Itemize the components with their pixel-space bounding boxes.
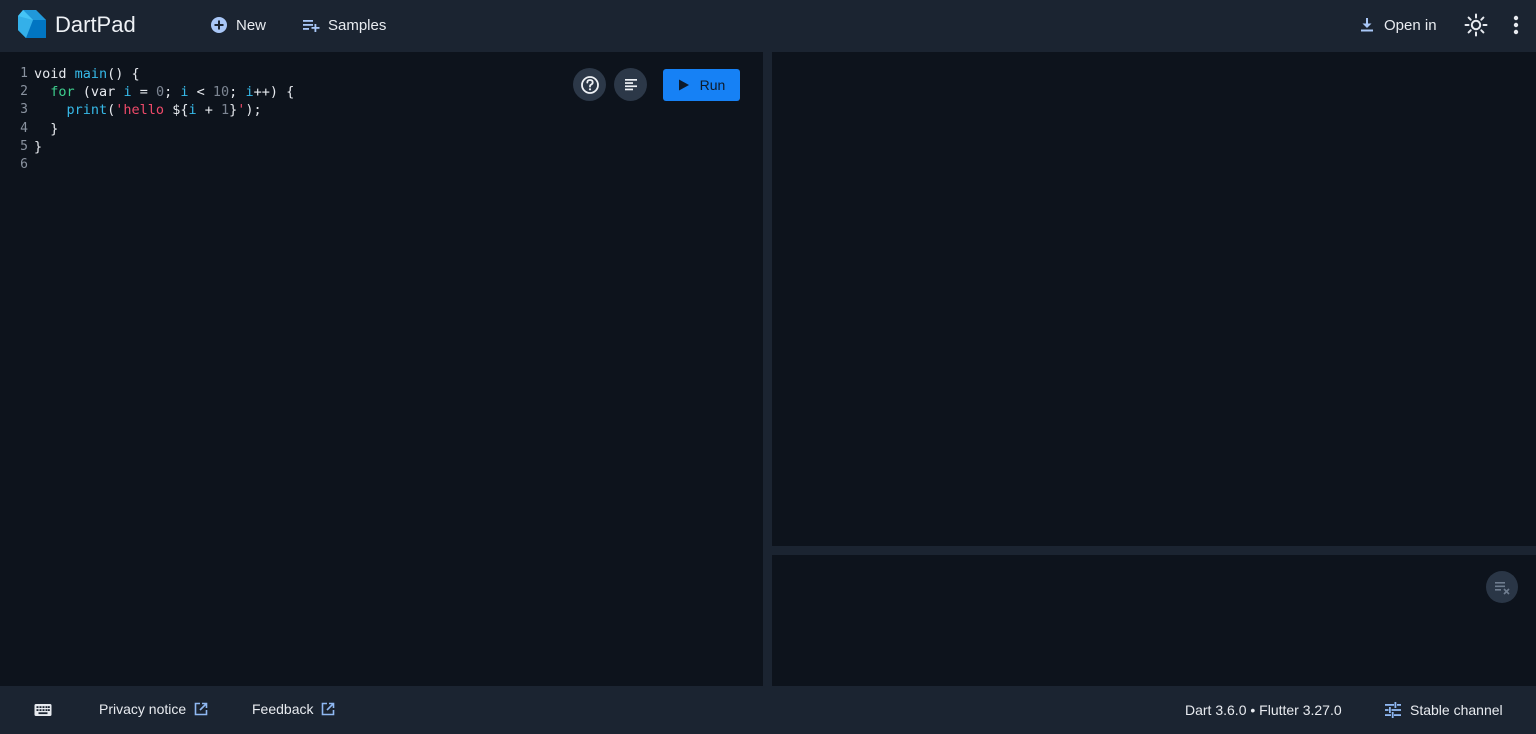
code-editor[interactable]: 1 void main() { 2 for (var i = 0; i < 10… <box>0 52 763 686</box>
playlist-add-icon <box>303 20 320 32</box>
code-line: 4 } <box>0 120 294 138</box>
code-line: 6 <box>0 156 294 174</box>
code-line: 1 void main() { <box>0 65 294 83</box>
code-text: print('hello ${i + 1}'); <box>66 102 262 119</box>
clear-console-button[interactable] <box>1486 571 1518 603</box>
privacy-notice-label: Privacy notice <box>99 701 187 717</box>
dart-logo-icon <box>18 10 46 38</box>
code-area[interactable]: 1 void main() { 2 for (var i = 0; i < 10… <box>0 65 294 174</box>
clear-all-icon <box>1495 582 1510 595</box>
keyboard-icon <box>34 704 52 716</box>
code-line: 3 print('hello ${i + 1}'); <box>0 101 294 119</box>
samples-button[interactable]: Samples <box>302 12 386 38</box>
feedback-link[interactable]: Feedback <box>252 701 335 717</box>
vertical-split-handle[interactable] <box>763 52 772 686</box>
output-preview <box>772 52 1536 546</box>
line-number: 2 <box>20 84 28 100</box>
line-number: 6 <box>20 156 28 172</box>
open-in-button[interactable]: Open in <box>1358 12 1437 38</box>
channel-label: Stable channel <box>1410 702 1503 718</box>
open-in-label: Open in <box>1384 16 1437 34</box>
samples-button-label: Samples <box>328 16 387 34</box>
run-button[interactable]: Run <box>663 69 740 101</box>
help-button[interactable] <box>573 68 606 101</box>
code-text: } <box>34 138 43 155</box>
code-line: 5 } <box>0 138 294 156</box>
feedback-label: Feedback <box>252 701 314 717</box>
code-line: 2 for (var i = 0; i < 10; i++) { <box>0 83 294 101</box>
horizontal-split-handle[interactable] <box>772 546 1536 555</box>
add-circle-icon <box>211 17 227 33</box>
channel-selector-button[interactable]: Stable channel <box>1384 701 1503 719</box>
help-circle-icon <box>580 75 599 94</box>
keyboard-shortcuts-button[interactable] <box>34 703 52 717</box>
line-number: 3 <box>20 102 28 118</box>
play-icon <box>678 79 689 91</box>
new-button-label: New <box>236 16 267 34</box>
line-number: 1 <box>20 66 28 81</box>
run-button-label: Run <box>699 77 726 93</box>
code-text: for (var i = 0; i < 10; i++) { <box>50 84 295 101</box>
app-bar: DartPad New Samples Open in <box>0 0 1536 52</box>
tune-icon <box>1385 702 1401 718</box>
line-number: 4 <box>20 120 28 136</box>
download-icon <box>1361 18 1373 32</box>
app-title: DartPad <box>55 12 136 37</box>
new-button[interactable]: New <box>210 12 266 38</box>
more-vertical-icon[interactable] <box>1508 13 1524 37</box>
format-button[interactable] <box>614 68 647 101</box>
status-bar: Privacy notice Feedback Dart 3.6.0 • Flu… <box>0 686 1536 734</box>
open-in-new-icon <box>322 702 335 716</box>
format-align-icon <box>624 78 637 90</box>
privacy-notice-link[interactable]: Privacy notice <box>99 701 208 717</box>
code-text: } <box>34 120 59 137</box>
code-text: void main() { <box>34 66 140 82</box>
version-info: Dart 3.6.0 • Flutter 3.27.0 <box>1185 702 1342 718</box>
console-output <box>772 555 1536 686</box>
open-in-new-icon <box>194 702 208 716</box>
sun-icon[interactable] <box>1464 13 1488 37</box>
line-number: 5 <box>20 138 28 154</box>
